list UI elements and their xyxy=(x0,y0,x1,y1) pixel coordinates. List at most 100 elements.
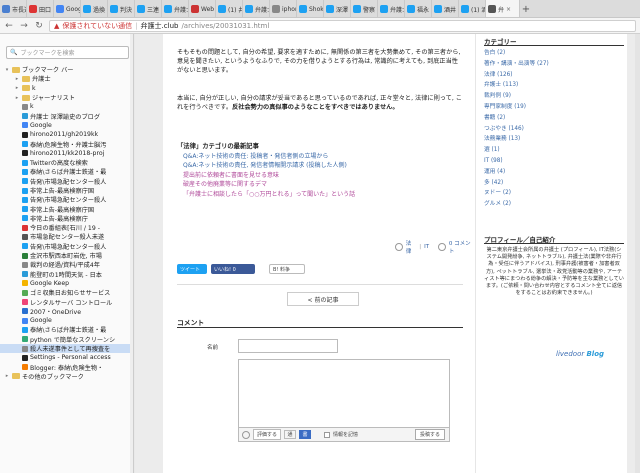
bookmark-item[interactable]: 市場急配センター殺人未遂 xyxy=(0,232,133,241)
tab-4[interactable]: 判決 xyxy=(108,0,135,17)
comment-textarea[interactable] xyxy=(238,359,450,429)
tweet-button[interactable]: ツイート xyxy=(177,264,207,274)
category-link[interactable]: IT (98) xyxy=(484,156,549,167)
name-input[interactable] xyxy=(238,339,338,353)
hatena-bookmark-button[interactable]: B! 料争 xyxy=(269,264,305,274)
tab-0[interactable]: 市長選 xyxy=(0,0,27,17)
bookmark-item[interactable]: Google Keep xyxy=(0,279,133,288)
bookmark-item[interactable]: 弁護士 深澤諭史のブログ xyxy=(0,111,133,121)
bookmark-folder[interactable]: ▸ その他のブックマーク xyxy=(0,372,133,381)
bookmark-item[interactable]: 非常上告-最高検察庁国 xyxy=(0,186,133,195)
bookmark-folder[interactable]: ▸ 弁護士 xyxy=(0,74,133,83)
related-article-link[interactable]: Q&A:ネット技術の責任, 発信者情報開示請求 (投稿した人側) xyxy=(183,161,355,170)
bookmark-item[interactable]: python で簡単なスクリーンシ xyxy=(0,335,133,344)
emoji-icon[interactable] xyxy=(242,430,250,439)
close-icon[interactable]: × xyxy=(506,6,511,13)
category-link[interactable]: つぶやき (146) xyxy=(484,124,549,135)
tab-17[interactable]: (1) 酒 xyxy=(459,0,486,17)
meta-category-link[interactable]: 法律 xyxy=(406,239,417,255)
bookmark-item[interactable]: Twitterの高度な検索 xyxy=(0,158,133,167)
bookmark-item[interactable]: 告発\市場急配センター殺人 xyxy=(0,177,133,186)
related-article-link[interactable]: 破産その他廃業等に関するデマ xyxy=(183,180,355,189)
expand-arrow-icon[interactable]: ▸ xyxy=(14,76,20,82)
tab-1[interactable]: 田口 xyxy=(27,0,54,17)
bookmark-item[interactable]: hirono2011/kk2018-proj xyxy=(0,149,133,158)
bookmark-item[interactable]: k xyxy=(0,102,133,111)
bookmark-item[interactable]: 2007・OneDrive xyxy=(0,307,133,316)
bookmark-item[interactable]: 能登町の1時間天気 - 日本 xyxy=(0,270,133,279)
bookmark-item[interactable]: 告発\市場急配センター殺人 xyxy=(0,242,133,251)
bookmark-folder[interactable]: ▸ ジャーナリスト xyxy=(0,93,133,102)
tab-18[interactable]: 弁 × xyxy=(486,0,520,17)
sidebar-scrollbar[interactable] xyxy=(130,34,133,473)
mode-toggle-off[interactable]: 通 xyxy=(284,430,297,439)
bookmark-item[interactable]: レンタルサーバ コントロール xyxy=(0,297,133,307)
submit-comment-button[interactable]: 投稿する xyxy=(414,429,445,440)
bookmark-item[interactable]: 泰納\さらば弁護士鉄道・最 xyxy=(0,167,133,176)
meta-comments-link[interactable]: 0 コメント xyxy=(449,239,475,255)
category-link[interactable]: 法務業務 (13) xyxy=(484,134,549,145)
tab-9[interactable]: 弁護士 xyxy=(243,0,270,17)
related-article-link[interactable]: 「弁護士に相談したら「○○万円とれる」って聞いた」という話 xyxy=(183,190,355,199)
tab-7[interactable]: Web xyxy=(189,0,216,17)
bookmark-item[interactable]: ゴミ収集日お知らせサービス xyxy=(0,288,133,297)
category-link[interactable]: 専門家制度 (19) xyxy=(484,102,549,113)
tab-12[interactable]: 深澤 xyxy=(324,0,351,17)
bookmark-item[interactable]: 告発\市場急配センター殺人 xyxy=(0,195,133,204)
bookmark-item[interactable]: Google xyxy=(0,121,133,130)
tab-13[interactable]: 警察 xyxy=(351,0,378,17)
category-link[interactable]: 法律 (126) xyxy=(484,70,549,81)
reload-icon[interactable]: ↻ xyxy=(34,21,44,31)
category-link[interactable]: 弁護士 (113) xyxy=(484,80,549,91)
livedoor-blog-logo[interactable]: livedoor Blog xyxy=(556,350,604,358)
tab-15[interactable]: 福永 xyxy=(405,0,432,17)
bookmark-item[interactable]: 非常上告-最高検察庁 xyxy=(0,214,133,223)
tab-5[interactable]: 三連 xyxy=(135,0,162,17)
bookmark-item[interactable]: Google xyxy=(0,316,133,325)
category-link[interactable]: 選 (1) xyxy=(484,145,549,156)
bookmark-search-input[interactable]: 🔍 ブックマークを検索 xyxy=(6,46,129,59)
tab-11[interactable]: Shoku xyxy=(297,0,324,17)
bookmark-item[interactable]: Settings - Personal access xyxy=(0,353,133,362)
bookmark-folder[interactable]: ▾ ブックマーク バー xyxy=(0,65,133,74)
tab-10[interactable]: iphone xyxy=(270,0,297,17)
related-article-link[interactable]: 提出前に依頼者に書面を見せる意味 xyxy=(183,171,355,180)
meta-tag-link[interactable]: IT xyxy=(424,244,429,250)
page-scrollbar[interactable] xyxy=(635,34,640,473)
category-link[interactable]: 裁判例 (9) xyxy=(484,91,549,102)
bookmark-item[interactable]: hirono2011/gh2019kk xyxy=(0,130,133,139)
expand-arrow-icon[interactable]: ▸ xyxy=(4,373,10,379)
tab-14[interactable]: 弁護士 xyxy=(378,0,405,17)
category-link[interactable]: 運用 (4) xyxy=(484,167,549,178)
bookmark-item[interactable]: 裁判の経過/資料/平成4年 xyxy=(0,260,133,269)
new-tab-button[interactable]: + xyxy=(520,0,532,17)
related-article-link[interactable]: Q&A:ネット技術の責任: 投稿者・発信者側の立場から xyxy=(183,152,355,161)
forward-icon[interactable]: → xyxy=(19,21,29,31)
tab-8[interactable]: (1) 井 xyxy=(216,0,243,17)
expand-arrow-icon[interactable]: ▸ xyxy=(14,95,20,101)
tab-6[interactable]: 弁護士 xyxy=(162,0,189,17)
expand-arrow-icon[interactable]: ▾ xyxy=(4,67,10,73)
bookmark-item[interactable]: 泰納\さらば弁護士鉄道・最 xyxy=(0,325,133,334)
bookmark-item[interactable]: 今日の番組表[石川 / 19 - xyxy=(0,223,133,232)
bookmark-item[interactable]: 殺人未遂事件として再捜査を xyxy=(0,343,133,354)
bookmark-folder[interactable]: ▸ k xyxy=(0,84,133,93)
category-link[interactable]: 書籍 (2) xyxy=(484,113,549,124)
rating-select[interactable]: 評価する xyxy=(253,429,282,440)
category-link[interactable]: グルメ (2) xyxy=(484,199,549,210)
category-link[interactable]: 多 (42) xyxy=(484,178,549,189)
category-link[interactable]: 告白 (2) xyxy=(484,48,549,59)
back-icon[interactable]: ← xyxy=(4,21,14,31)
tab-3[interactable]: 過換 xyxy=(81,0,108,17)
category-link[interactable]: ヌドー (2) xyxy=(484,188,549,199)
bookmark-item[interactable]: Blogger: 泰納\危険生物・ xyxy=(0,363,133,372)
bookmark-item[interactable]: 泰納\危険生物・弁護士脳汚 xyxy=(0,139,133,149)
remember-checkbox[interactable] xyxy=(324,431,331,438)
mode-toggle-on[interactable]: 書 xyxy=(299,430,312,439)
tab-16[interactable]: 酒井 xyxy=(432,0,459,17)
expand-arrow-icon[interactable]: ▸ xyxy=(14,85,20,91)
category-link[interactable]: 著作・講演・出演等 (27) xyxy=(484,59,549,70)
url-field[interactable]: ▲ 保護されていない通信 | 弁護士.club/archives/2003103… xyxy=(49,19,636,32)
facebook-like-button[interactable]: いいね! 0 xyxy=(211,264,255,274)
bookmark-item[interactable]: 非常上告-最高検察庁国 xyxy=(0,204,133,214)
